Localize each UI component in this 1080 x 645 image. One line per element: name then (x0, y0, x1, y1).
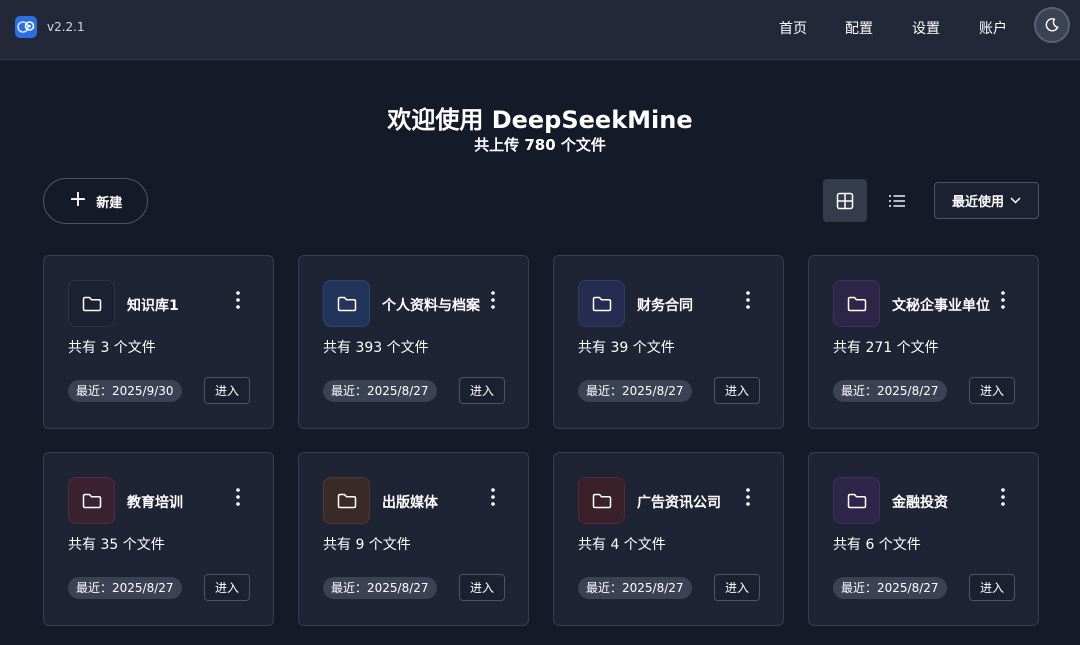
file-count: 共有 39 个文件 (578, 340, 675, 356)
file-count: 共有 393 个文件 (323, 340, 429, 356)
card-title: 个人资料与档案 (382, 298, 480, 314)
more-options-icon[interactable] (991, 288, 1015, 312)
card-title: 广告资讯公司 (637, 495, 721, 511)
knowledge-base-card[interactable]: 广告资讯公司共有 4 个文件最近：2025/8/27 进入 (553, 452, 784, 626)
enter-button[interactable]: 进入 (204, 574, 250, 601)
card-title: 文秘企事业单位 (892, 298, 990, 314)
knowledge-base-card[interactable]: 知识库1 共有 3 个文件最近：2025/9/30 进入 (43, 255, 274, 429)
last-used-badge: 最近：2025/8/27 (833, 577, 947, 599)
last-used-badge: 最近：2025/8/27 (833, 380, 947, 402)
file-count: 共有 3 个文件 (68, 340, 156, 356)
more-options-icon[interactable] (481, 485, 505, 509)
enter-button[interactable]: 进入 (204, 377, 250, 404)
app-version: v2.2.1 (47, 20, 85, 34)
enter-button[interactable]: 进入 (714, 377, 760, 404)
sort-dropdown-label: 最近使用 (951, 195, 1004, 210)
file-count: 共有 9 个文件 (323, 537, 411, 553)
knowledge-base-card[interactable]: 个人资料与档案共有 393 个文件最近：2025/8/27 进入 (298, 255, 529, 429)
knowledge-base-card[interactable]: 财务合同共有 39 个文件最近：2025/8/27 进入 (553, 255, 784, 429)
card-title: 金融投资 (892, 495, 948, 511)
last-used-badge: 最近：2025/8/27 (323, 577, 437, 599)
folder-icon (578, 280, 625, 327)
last-used-badge: 最近：2025/8/27 (323, 380, 437, 402)
file-count: 共有 35 个文件 (68, 537, 165, 553)
more-options-icon[interactable] (226, 288, 250, 312)
more-options-icon[interactable] (736, 288, 760, 312)
last-used-badge: 最近：2025/8/27 (578, 380, 692, 402)
folder-icon (833, 280, 880, 327)
folder-icon (68, 477, 115, 524)
brain-logo-icon[interactable] (15, 16, 37, 38)
card-title: 教育培训 (127, 495, 183, 511)
knowledge-base-card[interactable]: 教育培训共有 35 个文件最近：2025/8/27 进入 (43, 452, 274, 626)
folder-icon (68, 280, 115, 327)
card-title: 出版媒体 (382, 495, 438, 511)
theme-toggle-button[interactable] (1034, 7, 1070, 43)
top-navbar: v2.2.1 首页 配置 设置 账户 (0, 0, 1080, 60)
upload-count-subtitle: 共上传 780 个文件 (474, 136, 606, 154)
nav-config[interactable]: 配置 (845, 18, 873, 38)
moon-icon (1045, 18, 1059, 32)
folder-icon (323, 477, 370, 524)
folder-icon (323, 280, 370, 327)
card-title: 知识库1 (127, 298, 179, 314)
more-options-icon[interactable] (736, 485, 760, 509)
knowledge-base-card[interactable]: 金融投资共有 6 个文件最近：2025/8/27 进入 (808, 452, 1039, 626)
enter-button[interactable]: 进入 (714, 574, 760, 601)
file-count: 共有 4 个文件 (578, 537, 666, 553)
knowledge-base-card[interactable]: 文秘企事业单位共有 271 个文件最近：2025/8/27 进入 (808, 255, 1039, 429)
enter-button[interactable]: 进入 (459, 574, 505, 601)
folder-icon (833, 477, 880, 524)
nav-account[interactable]: 账户 (979, 18, 1007, 38)
more-options-icon[interactable] (991, 485, 1015, 509)
list-view-icon (889, 194, 905, 207)
sort-dropdown[interactable]: 最近使用 (934, 182, 1039, 219)
list-view-button[interactable] (875, 179, 919, 222)
folder-icon (578, 477, 625, 524)
more-options-icon[interactable] (226, 485, 250, 509)
page-title: 欢迎使用 DeepSeekMine (387, 106, 693, 134)
card-title: 财务合同 (637, 298, 693, 314)
chevron-down-icon (1010, 197, 1021, 204)
plus-icon: + (68, 187, 88, 212)
new-knowledge-base-button[interactable]: + 新建 (43, 178, 148, 224)
enter-button[interactable]: 进入 (969, 574, 1015, 601)
enter-button[interactable]: 进入 (459, 377, 505, 404)
last-used-badge: 最近：2025/8/27 (578, 577, 692, 599)
nav-settings[interactable]: 设置 (912, 18, 940, 38)
file-count: 共有 6 个文件 (833, 537, 921, 553)
grid-view-button[interactable] (823, 179, 867, 222)
file-count: 共有 271 个文件 (833, 340, 939, 356)
last-used-badge: 最近：2025/9/30 (68, 380, 182, 402)
knowledge-base-card[interactable]: 出版媒体共有 9 个文件最近：2025/8/27 进入 (298, 452, 529, 626)
enter-button[interactable]: 进入 (969, 377, 1015, 404)
new-button-label: 新建 (96, 195, 123, 211)
last-used-badge: 最近：2025/8/27 (68, 577, 182, 599)
more-options-icon[interactable] (481, 288, 505, 312)
nav-home[interactable]: 首页 (779, 18, 807, 38)
grid-view-icon (836, 192, 854, 209)
